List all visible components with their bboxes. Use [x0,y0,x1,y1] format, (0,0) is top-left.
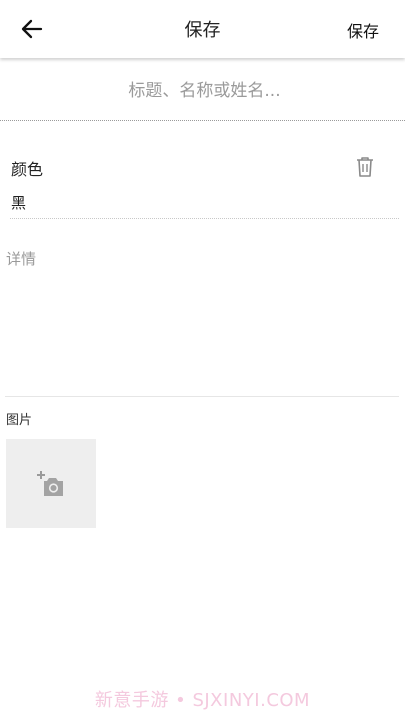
images-section-label: 图片 [6,413,33,428]
title-input[interactable] [0,60,405,122]
arrow-left-icon [21,19,43,39]
back-button[interactable] [14,13,50,45]
field-value-container [10,193,400,219]
watermark-text: 新意手游 • SJXINYI.COM [94,690,311,711]
delete-field-button[interactable] [354,155,378,179]
trash-icon [357,157,373,177]
add-photo-camera-icon [37,470,63,496]
save-button[interactable]: 保存 [347,18,379,42]
page-title: 保存 [184,20,221,41]
color-value-input[interactable] [10,193,400,212]
add-photo-button[interactable] [6,439,96,528]
details-container [5,246,399,397]
app-toolbar: 保存 保存 [0,0,405,58]
title-field-container [0,60,405,122]
details-input[interactable] [5,246,399,396]
field-label-color: 颜色 [11,160,44,179]
